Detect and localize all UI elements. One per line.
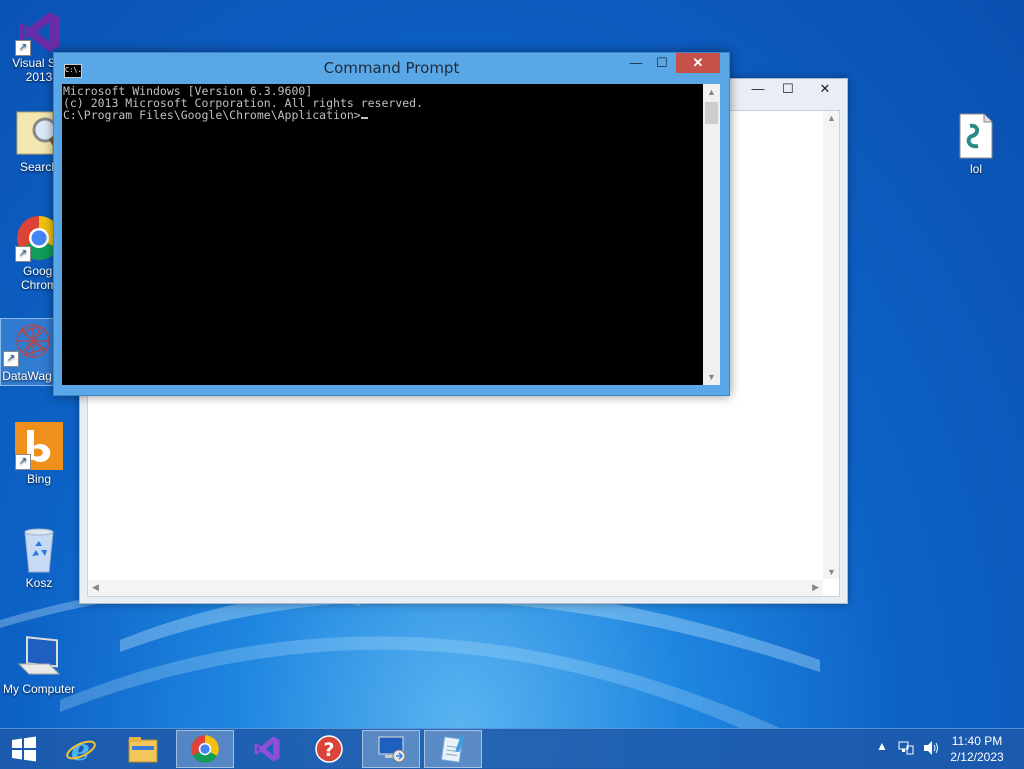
- svg-text:?: ?: [323, 739, 334, 761]
- scroll-up-icon[interactable]: ▲: [827, 113, 836, 123]
- command-prompt-window[interactable]: C:\. Command Prompt — ☐ ✕ Microsoft Wind…: [53, 52, 730, 396]
- vertical-scrollbar[interactable]: ▲ ▼: [823, 111, 839, 579]
- visual-studio-icon: ↗: [15, 8, 63, 56]
- desktop-icon-label: lol: [969, 162, 982, 176]
- minimize-button[interactable]: —: [626, 53, 646, 73]
- windows-logo-icon: [12, 736, 36, 762]
- background-window-controls: — ☐ ✕: [743, 79, 847, 101]
- desktop-icon-label: Bing: [26, 472, 52, 486]
- script-file-icon: [952, 112, 1000, 160]
- scroll-thumb[interactable]: [705, 102, 718, 124]
- internet-explorer-icon: e: [66, 733, 96, 765]
- maximize-button[interactable]: ☐: [773, 79, 803, 99]
- horizontal-scrollbar[interactable]: ◀ ▶: [88, 580, 823, 596]
- notepad-icon: [440, 735, 465, 763]
- taskbar-notepad[interactable]: [424, 730, 482, 768]
- network-icon[interactable]: [898, 740, 914, 759]
- desktop-icon-label: Kosz: [25, 576, 53, 590]
- folder-icon: [128, 737, 158, 763]
- close-button[interactable]: ✕: [676, 53, 720, 73]
- scroll-left-icon[interactable]: ◀: [92, 582, 99, 593]
- visual-studio-icon: [254, 736, 280, 762]
- shortcut-arrow-icon: ↗: [3, 351, 19, 367]
- desktop-icon-label: DataWag: [2, 369, 52, 383]
- taskbar-google-chrome[interactable]: [176, 730, 234, 768]
- shortcut-arrow-icon: ↗: [15, 40, 31, 56]
- text-cursor: [360, 117, 368, 119]
- taskbar-visual-studio[interactable]: [238, 730, 296, 768]
- start-button[interactable]: [0, 730, 48, 768]
- scroll-down-icon[interactable]: ▼: [707, 372, 716, 382]
- shortcut-arrow-icon: ↗: [15, 454, 31, 470]
- desktop-icon-recycle-bin[interactable]: Kosz: [0, 526, 78, 590]
- scroll-right-icon[interactable]: ▶: [812, 582, 819, 593]
- remote-desktop-icon: [378, 736, 406, 763]
- scroll-up-icon[interactable]: ▲: [707, 87, 716, 97]
- taskbar-file-explorer[interactable]: [114, 730, 172, 768]
- shortcut-arrow-icon: ↗: [15, 246, 31, 262]
- chrome-icon: [191, 735, 219, 763]
- desktop-icon-lol[interactable]: lol: [937, 112, 1015, 176]
- console-prompt: C:\Program Files\Google\Chrome\Applicati…: [63, 108, 361, 122]
- volume-icon[interactable]: [922, 740, 940, 759]
- taskbar-help[interactable]: ?: [300, 730, 358, 768]
- desktop-icon-bing[interactable]: ↗ Bing: [0, 422, 78, 486]
- desktop-icon-datawag[interactable]: ↗ DataWag: [0, 318, 54, 386]
- datawag-icon: ↗: [3, 319, 51, 367]
- svg-text:e: e: [71, 733, 90, 765]
- desktop-icon-my-computer[interactable]: My Computer: [0, 632, 78, 696]
- maximize-button[interactable]: ☐: [652, 53, 672, 73]
- close-button[interactable]: ✕: [803, 79, 847, 99]
- clock-date: 2/12/2023: [950, 750, 1004, 764]
- desktop-icon-label: My Computer: [2, 682, 76, 696]
- show-hidden-icons-chevron[interactable]: ▲: [876, 739, 888, 753]
- taskbar-remote-desktop[interactable]: [362, 730, 420, 768]
- clock-time: 11:40 PM: [951, 734, 1003, 748]
- bing-icon: ↗: [15, 422, 63, 470]
- minimize-button[interactable]: —: [743, 79, 773, 99]
- taskbar-internet-explorer[interactable]: e: [52, 730, 110, 768]
- recycle-bin-icon: [15, 526, 63, 574]
- help-icon: ?: [315, 735, 343, 763]
- console-prompt-line: C:\Program Files\Google\Chrome\Applicati…: [63, 109, 703, 121]
- scroll-down-icon[interactable]: ▼: [827, 567, 836, 577]
- system-clock[interactable]: 11:40 PM 2/12/2023: [942, 733, 1012, 765]
- computer-icon: [15, 632, 63, 680]
- console-output[interactable]: Microsoft Windows [Version 6.3.9600] (c) …: [62, 84, 703, 385]
- taskbar: e ? ▲ 11:40 PM 2/12/2023: [0, 728, 1024, 769]
- console-scrollbar[interactable]: ▲ ▼: [703, 84, 720, 385]
